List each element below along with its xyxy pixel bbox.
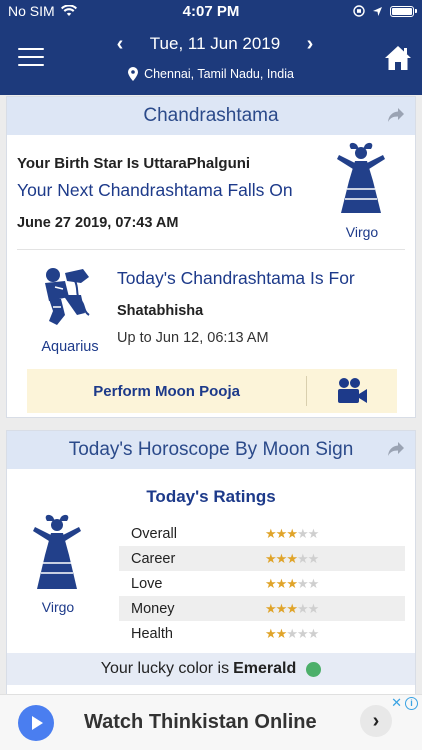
star-filled-icon: ★ (275, 600, 288, 616)
star-filled-icon: ★ (265, 525, 277, 541)
star-empty-icon: ★ (296, 625, 309, 641)
next-chandrashtama-label: Your Next Chandrashtama Falls On (17, 180, 293, 200)
star-filled-icon: ★ (286, 525, 298, 541)
location-label: Chennai, Tamil Nadu, India (144, 67, 294, 81)
star-empty-icon: ★ (296, 550, 309, 566)
rating-name: Career (131, 550, 176, 567)
location-selector[interactable]: Chennai, Tamil Nadu, India (0, 67, 422, 81)
aquarius-icon (45, 268, 90, 325)
horoscope-sign-label: Virgo (41, 599, 75, 615)
today-star-name: Shatabhisha (117, 303, 204, 319)
rating-stars: ★★★★★ (265, 575, 320, 592)
rating-row: Love ★★★★★ (119, 571, 405, 596)
star-filled-icon: ★ (265, 625, 277, 641)
orientation-lock-icon (353, 5, 365, 17)
share-arrow-icon[interactable] (387, 441, 405, 457)
virgo-label: Virgo (345, 224, 379, 240)
star-filled-icon: ★ (286, 600, 298, 616)
lucky-color-prefix: Your lucky color is (100, 660, 230, 677)
rating-stars: ★★★★★ (265, 550, 320, 567)
next-chandrashtama-date: June 27 2019, 07:43 AM (17, 215, 179, 231)
star-filled-icon: ★ (275, 525, 288, 541)
rating-stars: ★★★★★ (265, 600, 320, 617)
carrier-label: No SIM (8, 3, 55, 19)
star-filled-icon: ★ (275, 625, 288, 641)
today-upto-time: Up to Jun 12, 06:13 AM (117, 330, 269, 346)
birth-star-text: Your Birth Star Is UttaraPhalguni (17, 155, 251, 172)
next-day-button[interactable]: › (300, 34, 320, 54)
rating-row: Money ★★★★★ (119, 596, 405, 621)
wifi-icon (60, 5, 77, 16)
star-empty-icon: ★ (307, 600, 320, 616)
lucky-color-name: Emerald (233, 660, 297, 677)
star-filled-icon: ★ (286, 575, 298, 591)
rating-stars: ★★★★★ (265, 625, 320, 642)
ad-next-button[interactable]: › (360, 705, 392, 737)
video-camera-icon[interactable] (307, 377, 397, 405)
lucky-color-bar: Your lucky color is Emerald (7, 653, 415, 685)
location-arrow-icon (373, 6, 382, 16)
ratings-title: Today's Ratings (146, 487, 276, 506)
rating-stars: ★★★★★ (265, 525, 320, 542)
divider (17, 249, 405, 250)
ad-info-icon[interactable]: i (405, 697, 418, 710)
star-empty-icon: ★ (296, 575, 309, 591)
star-filled-icon: ★ (265, 600, 277, 616)
star-empty-icon: ★ (307, 625, 320, 641)
share-arrow-icon[interactable] (387, 107, 405, 123)
rating-row: Overall ★★★★★ (119, 521, 405, 546)
ad-text[interactable]: Watch Thinkistan Online (84, 711, 317, 734)
current-date[interactable]: Tue, 11 Jun 2019 (150, 34, 280, 54)
battery-icon (390, 5, 417, 17)
star-empty-icon: ★ (286, 625, 298, 641)
app-header: ‹ Tue, 11 Jun 2019 › Chennai, Tamil Nadu… (0, 22, 422, 95)
ratings-table: Overall ★★★★★ Career ★★★★★ Love ★★★★★ Money ★★★… (119, 521, 405, 646)
rating-name: Money (131, 600, 175, 617)
star-filled-icon: ★ (265, 550, 277, 566)
home-icon[interactable] (384, 44, 412, 72)
rating-name: Love (131, 575, 163, 592)
star-empty-icon: ★ (307, 525, 320, 541)
clock: 4:07 PM (182, 2, 240, 20)
rating-row: Health ★★★★★ (119, 621, 405, 646)
ad-close-icon[interactable]: ✕ (391, 695, 402, 711)
horoscope-title: Today's Horoscope By Moon Sign (68, 439, 354, 460)
chandrashtama-header: Chandrashtama (7, 97, 415, 135)
star-filled-icon: ★ (275, 550, 288, 566)
ad-banner[interactable]: Watch Thinkistan Online › i ✕ (0, 694, 422, 750)
lucky-color-swatch (306, 661, 322, 677)
star-filled-icon: ★ (265, 575, 277, 591)
star-filled-icon: ★ (275, 575, 288, 591)
star-empty-icon: ★ (307, 550, 320, 566)
rating-name: Health (131, 625, 173, 642)
status-bar: No SIM 4:07 PM (0, 0, 422, 22)
location-pin-icon (128, 67, 139, 81)
star-empty-icon: ★ (296, 525, 309, 541)
horoscope-card: Today's Horoscope By Moon Sign Today's R… (6, 430, 416, 698)
rating-name: Overall (131, 525, 177, 542)
horoscope-header: Today's Horoscope By Moon Sign (7, 431, 415, 469)
star-empty-icon: ★ (307, 575, 320, 591)
today-chandrashtama-label: Today's Chandrashtama Is For (117, 268, 355, 288)
pooja-bar: Perform Moon Pooja (27, 369, 397, 413)
aquarius-label: Aquarius (41, 339, 99, 355)
virgo-icon (337, 142, 385, 213)
date-navigator: ‹ Tue, 11 Jun 2019 › (110, 32, 320, 56)
play-icon[interactable] (18, 705, 54, 741)
star-empty-icon: ★ (296, 600, 309, 616)
chandrashtama-title: Chandrashtama (143, 105, 279, 126)
star-filled-icon: ★ (286, 550, 298, 566)
prev-day-button[interactable]: ‹ (110, 34, 130, 54)
virgo-icon (33, 514, 81, 589)
perform-moon-pooja-button[interactable]: Perform Moon Pooja (27, 383, 306, 400)
rating-row: Career ★★★★★ (119, 546, 405, 571)
chandrashtama-card: Chandrashtama Your Birth Star Is UttaraP… (6, 96, 416, 418)
hamburger-icon[interactable] (18, 48, 44, 66)
